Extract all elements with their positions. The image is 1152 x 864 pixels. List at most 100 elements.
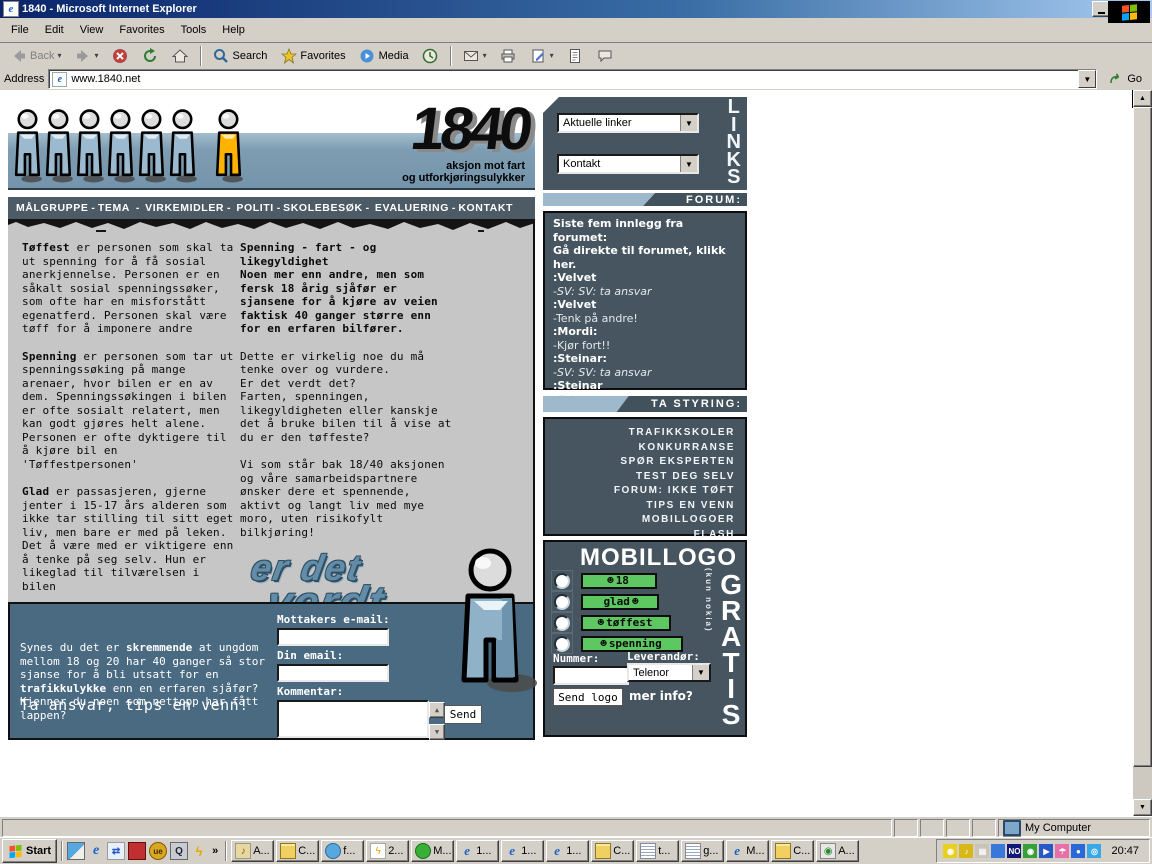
refresh-button[interactable] [136,43,165,69]
tray-icon[interactable] [991,844,1005,858]
nav-link[interactable]: EVALUERING [375,202,449,214]
scroll-down-icon[interactable]: ▼ [429,724,445,740]
back-button[interactable]: Back ▾ [4,43,67,69]
dropdown-arrow-icon[interactable]: ▼ [680,115,697,131]
nummer-field[interactable] [553,666,629,685]
task-button[interactable]: ◉ A... [816,840,859,862]
logo-radio-button[interactable] [554,636,570,652]
menu-item[interactable]: View [73,21,111,39]
edit-button[interactable]: ▾ [524,43,560,69]
menu-item[interactable]: Help [215,21,252,39]
quick-launch-overflow-chevron[interactable]: » [209,845,221,857]
aktuelle-linker-dropdown[interactable]: Aktuelle linker ▼ [557,113,699,133]
task-button[interactable]: t... [636,840,679,862]
leverandor-dropdown[interactable]: Telenor ▼ [627,663,711,682]
logo-radio-button[interactable] [554,573,570,589]
task-button[interactable]: g... [681,840,724,862]
nav-link[interactable]: VIRKEMIDLER [145,202,224,214]
mail-button[interactable]: ▾ [457,43,493,69]
quick-launch-icon[interactable] [67,842,85,860]
quick-launch-icon[interactable]: e [88,843,104,859]
tray-icon[interactable]: ● [1071,844,1085,858]
sidebar-link[interactable]: TEST DEG SELV [545,470,735,485]
tray-icon[interactable]: ◎ [1087,844,1101,858]
forum-post[interactable]: :Velvet -SV: SV: ta ansvar [553,271,737,298]
task-button[interactable]: e 1... [546,840,589,862]
dropdown-arrow-icon[interactable]: ▼ [680,156,697,172]
tray-icon[interactable]: ☂ [1055,844,1069,858]
logo-radio-button[interactable] [554,615,570,631]
quick-launch-icon[interactable]: Q [170,842,188,860]
sidebar-link[interactable]: TRAFIKKSKOLER [545,426,735,441]
task-button[interactable]: M... [411,840,454,862]
sidebar-link[interactable]: MOBILLOGOER [545,513,735,528]
task-button[interactable]: e 1... [501,840,544,862]
menu-item[interactable]: Favorites [112,21,171,39]
menu-item[interactable]: Tools [174,21,214,39]
scroll-up-icon[interactable]: ▲ [429,702,445,718]
task-button[interactable]: C... [591,840,634,862]
forum-post[interactable]: :Mordi: -Kjør fort!! [553,325,737,352]
address-dropdown-button[interactable]: ▼ [1078,70,1096,88]
document-button[interactable] [561,43,590,69]
go-button[interactable]: Go [1101,71,1148,88]
tray-icon[interactable]: ◉ [943,844,957,858]
tray-icon[interactable]: NO [1007,844,1021,858]
quick-launch-icon[interactable]: ue [149,842,167,860]
menu-item[interactable]: File [4,21,36,39]
print-button[interactable] [494,43,523,69]
forum-post[interactable]: :Velvet -Tenk på andre! [553,298,737,325]
scroll-up-button[interactable]: ▲ [1133,90,1152,107]
task-button[interactable]: e M... [726,840,769,862]
task-button[interactable]: ♪ A... [231,840,274,862]
mer-info-link[interactable]: mer info? [629,689,693,703]
forum-post[interactable]: :Steinar: -SV: SV: ta ansvar [553,352,737,379]
start-button[interactable]: Start [2,839,57,863]
task-button[interactable]: C... [771,840,814,862]
sidebar-link[interactable]: TIPS EN VENN [545,499,735,514]
forward-button[interactable]: ▾ [68,43,104,69]
dropdown-arrow-icon[interactable]: ▼ [692,665,709,680]
tray-icon[interactable]: ◉ [1023,844,1037,858]
nav-link[interactable]: MÅLGRUPPE [16,202,89,214]
send-button[interactable]: Send [444,705,482,724]
sidebar-link[interactable]: FORUM: IKKE TØFT [545,484,735,499]
history-button[interactable] [416,43,445,69]
nav-link[interactable]: SKOLEBESØK [283,202,363,214]
stop-button[interactable] [106,43,135,69]
logo-radio-button[interactable] [554,594,570,610]
scroll-down-button[interactable]: ▼ [1133,799,1152,816]
address-input[interactable]: e www.1840.net ▼ [48,69,1097,89]
page-scrollbar[interactable]: ▲ ▼ [1133,90,1152,816]
sidebar-link[interactable]: KONKURRANSE [545,441,735,456]
quick-launch-icon[interactable]: ϟ [191,843,207,859]
menu-item[interactable]: Edit [38,21,71,39]
forum-subtitle[interactable]: Gå direkte til forumet, klikk her. [553,244,737,271]
task-button[interactable]: ϟ 2... [366,840,409,862]
media-button[interactable]: Media [353,43,415,69]
tray-icon[interactable]: ▤ [975,844,989,858]
favorites-button[interactable]: Favorites [274,43,351,69]
nav-link[interactable]: TEMA [98,202,130,214]
recipient-email-field[interactable] [277,628,389,646]
nav-link[interactable]: POLITI [236,202,273,214]
tray-icon[interactable]: ▶ [1039,844,1053,858]
address-url[interactable]: www.1840.net [71,73,1074,85]
home-button[interactable] [166,43,195,69]
quick-launch-icon[interactable] [128,842,146,860]
comment-field[interactable]: ▲ ▼ [277,700,429,738]
sidebar-link[interactable]: SPØR EKSPERTEN [545,455,735,470]
sender-email-field[interactable] [277,664,389,682]
comment-scrollbar[interactable]: ▲ ▼ [429,702,445,740]
task-button[interactable]: e 1... [456,840,499,862]
task-button[interactable]: f... [321,840,364,862]
task-button[interactable]: C... [276,840,319,862]
nav-link[interactable]: KONTAKT [458,202,513,214]
quick-launch-icon[interactable]: ⇄ [107,842,125,860]
window-titlebar[interactable]: e 1840 - Microsoft Internet Explorer × [0,0,1152,18]
search-button[interactable]: Search [207,43,274,69]
discuss-button[interactable] [591,43,620,69]
send-logo-button[interactable]: Send logo [553,688,623,706]
kontakt-dropdown[interactable]: Kontakt ▼ [557,154,699,174]
tray-icon[interactable]: ♪ [959,844,973,858]
